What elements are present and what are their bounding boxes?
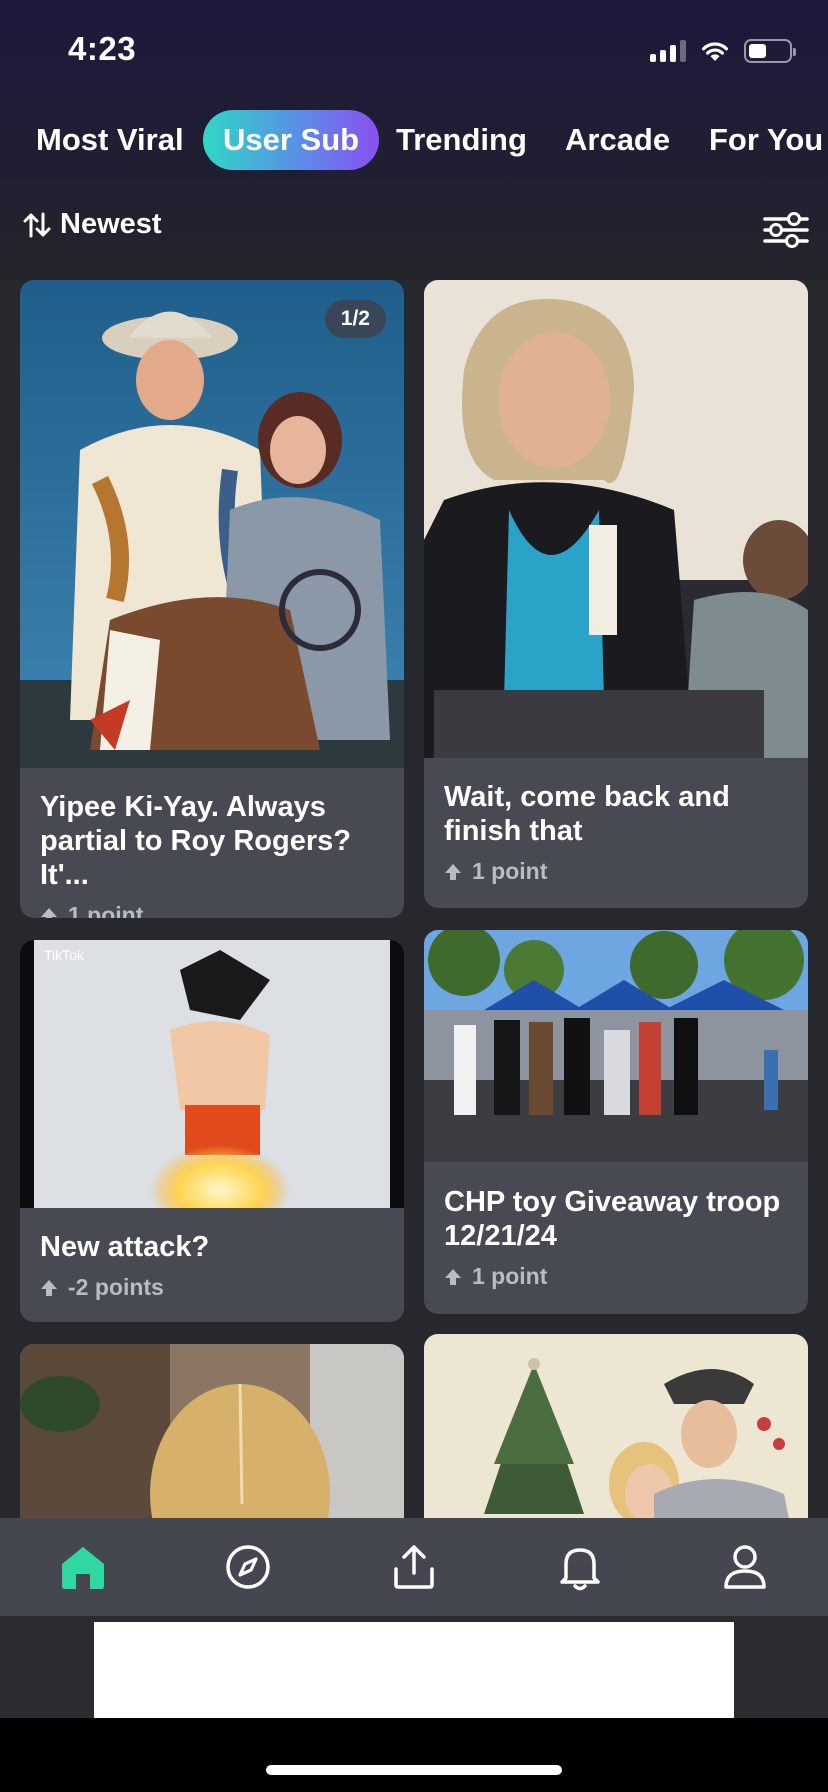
upload-icon [394,1545,434,1589]
app-screen: 4:23 Most Viral User Sub Trending Arcade… [0,0,828,1792]
compass-icon [226,1545,271,1589]
cellular-signal-icon [650,40,686,62]
post-image: TikTok [20,940,404,1208]
upvote-icon[interactable] [444,863,462,881]
tab-for-you[interactable]: For You [689,110,828,170]
points-count: -2 points [68,1274,164,1300]
post-info: Yipee Ki-Yay. Always partial to Roy Roge… [20,790,404,918]
home-icon [61,1547,104,1589]
post-title: Wait, come back and finish that [444,781,730,847]
gallery-count-badge: 1/2 [324,300,386,338]
tab-most-viral[interactable]: Most Viral [16,110,204,170]
upvote-icon[interactable] [40,1279,58,1297]
tab-trending[interactable]: Trending [376,110,547,170]
post-points: 1 point [40,902,384,918]
post-image [424,280,808,758]
post-image [424,1334,808,1544]
post-points: 1 point [444,858,788,885]
upvote-icon[interactable] [444,1268,462,1286]
status-time: 4:23 [68,30,137,67]
tab-user-sub[interactable]: User Sub [203,110,380,170]
points-count: 1 point [472,1263,548,1289]
post-card[interactable]: TikTok New attack? -2 points [20,940,404,1322]
sort-label: Newest [60,208,162,240]
bottom-navigation [0,1518,828,1616]
sort-arrows-icon [23,212,51,237]
points-count: 1 point [68,902,144,918]
home-indicator[interactable] [266,1765,562,1775]
status-icons [650,36,796,66]
upvote-icon[interactable] [40,907,58,919]
post-points: -2 points [40,1274,384,1301]
post-card[interactable]: Wait, come back and finish that 1 point [424,280,808,908]
post-card[interactable] [424,1334,808,1544]
filter-button[interactable] [762,210,810,250]
wifi-icon [702,42,728,61]
home-indicator-area [0,1718,828,1792]
post-info: Wait, come back and finish that 1 point [424,780,808,885]
nav-profile[interactable] [662,1518,828,1616]
post-image [20,1344,404,1544]
category-tabs: Most Viral User Sub Trending Arcade For … [0,110,828,172]
post-card[interactable]: CHP toy Giveaway troop 12/21/24 1 point [424,930,808,1314]
post-title: Yipee Ki-Yay. Always partial to Roy Roge… [40,791,351,891]
nav-upload[interactable] [331,1518,497,1616]
ad-banner[interactable] [94,1622,734,1718]
nav-notifications[interactable] [497,1518,663,1616]
post-card[interactable]: 1/2 Yipee Ki-Yay. Always partial to Roy … [20,280,404,918]
points-count: 1 point [472,858,548,884]
post-image [20,280,404,768]
post-card[interactable] [20,1344,404,1544]
post-info: New attack? -2 points [20,1230,404,1301]
post-title: New attack? [40,1231,210,1263]
post-title: CHP toy Giveaway troop 12/21/24 [444,1186,781,1252]
sliders-icon [763,212,809,248]
bell-icon [559,1548,600,1591]
post-info: CHP toy Giveaway troop 12/21/24 1 point [424,1185,808,1290]
post-image [424,930,808,1162]
sort-selector[interactable]: Newest [22,208,162,241]
post-points: 1 point [444,1263,788,1290]
tiktok-watermark: TikTok [44,947,85,963]
nav-explore[interactable] [166,1518,332,1616]
nav-home[interactable] [0,1518,166,1616]
user-icon [724,1545,766,1589]
tab-arcade[interactable]: Arcade [545,110,690,170]
battery-icon [744,39,796,63]
